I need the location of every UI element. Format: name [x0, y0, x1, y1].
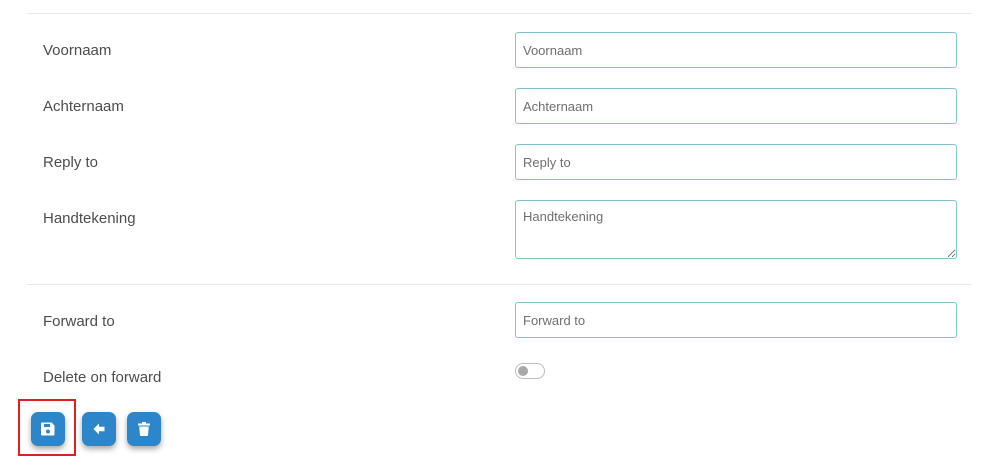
trash-icon: [138, 422, 150, 437]
signature-label: Handtekening: [43, 210, 136, 227]
signature-textarea[interactable]: [515, 200, 957, 259]
first-name-input[interactable]: [515, 32, 957, 68]
last-name-input[interactable]: [515, 88, 957, 124]
delete-button[interactable]: [127, 412, 161, 446]
delete-on-forward-label: Delete on forward: [43, 369, 162, 386]
reply-to-input[interactable]: [515, 144, 957, 180]
toggle-knob: [518, 366, 528, 376]
top-divider: [27, 13, 972, 14]
forward-to-input[interactable]: [515, 302, 957, 338]
delete-on-forward-toggle[interactable]: [515, 363, 545, 379]
arrow-left-icon: [93, 423, 105, 435]
back-button[interactable]: [82, 412, 116, 446]
last-name-label: Achternaam: [43, 98, 124, 115]
save-button-highlight: [18, 399, 76, 456]
first-name-label: Voornaam: [43, 42, 112, 59]
section-divider: [27, 284, 972, 285]
forward-to-label: Forward to: [43, 313, 115, 330]
reply-to-label: Reply to: [43, 154, 99, 171]
